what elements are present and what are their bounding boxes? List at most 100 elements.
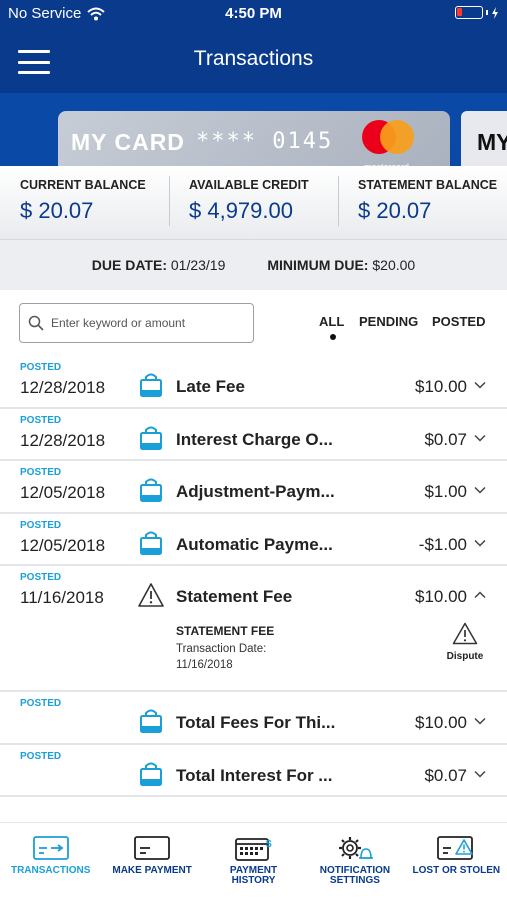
chevron-up-icon[interactable] [473,588,487,602]
transaction-date: 11/16/2018 [20,588,104,607]
transaction-date: 12/28/2018 [20,430,106,450]
transaction-amount: -$1.00 [418,534,467,554]
page-title: Transactions [193,47,314,70]
transaction-date: 12/28/2018 [20,378,106,397]
transaction-description: Interest Charge O... [176,429,333,449]
due-date: DUE DATE: 01/23/19 [91,257,226,273]
nav-label: PAYMENT HISTORY [229,865,278,886]
transaction-description: Total Fees For Thi... [176,713,336,732]
transaction-status: POSTED [20,414,62,426]
transaction-row[interactable]: POSTED 12/05/2018 Automatic Payme... -$1… [0,514,507,566]
card-number: **** 0145 [196,129,334,154]
current-balance: CURRENT BALANCE $ 20.07 [0,166,169,239]
balance-label: AVAILABLE CREDIT [189,178,309,192]
nav-lost-or-stolen[interactable]: LOST OR STOLEN [406,823,507,900]
transaction-description: Late Fee [176,377,245,396]
mastercard-logo-icon [360,118,416,158]
chevron-down-icon[interactable] [473,431,487,445]
transaction-status: POSTED [20,750,62,762]
shopping-bag-icon [140,373,162,397]
transaction-description: Statement Fee [176,587,293,606]
minimum-due: MINIMUM DUE: $20.00 [267,257,416,273]
transaction-date: 12/05/2018 [20,535,106,555]
nav-label: TRANSACTIONS [10,865,91,876]
transaction-row[interactable]: POSTED Total Fees For Thi... $10.00 [0,692,507,745]
warning-icon [138,583,164,607]
selected-filter-indicator [330,334,336,340]
bottom-nav: TRANSACTIONS MAKE PAYMENT $ PAYMENT HISTO… [0,822,507,900]
filter-posted[interactable]: POSTED [432,314,485,329]
transaction-status: POSTED [20,698,62,709]
balance-value: $ 20.07 [20,198,94,223]
nav-label: NOTIFICATION SETTINGS [319,865,391,886]
warning-icon [452,622,478,645]
svg-text:$: $ [266,839,272,850]
transaction-row-expanded[interactable]: POSTED 11/16/2018 Statement Fee $10.00 S… [0,566,507,692]
shopping-bag-icon [140,426,162,450]
transaction-amount: $10.00 [415,587,467,606]
transaction-row[interactable]: POSTED 12/05/2018 Adjustment-Paym... $1.… [0,461,507,514]
card-my-card[interactable]: MY CARD **** 0145 mastercard [58,111,450,166]
chevron-down-icon[interactable] [473,483,487,497]
nav-payment-history[interactable]: $ PAYMENT HISTORY [203,823,304,900]
balance-summary: CURRENT BALANCE $ 20.07 AVAILABLE CREDIT… [0,166,507,240]
dispute-button[interactable]: Dispute [440,622,490,662]
card-name: MY CARD [71,129,185,155]
chevron-down-icon[interactable] [473,378,487,392]
chevron-down-icon[interactable] [473,536,487,550]
chevron-down-icon[interactable] [473,767,487,781]
transaction-status: POSTED [20,467,62,478]
shopping-bag-icon [140,531,162,555]
transaction-amount: $0.07 [424,765,467,785]
due-info: DUE DATE: 01/23/19 MINIMUM DUE: $20.00 [0,240,507,290]
shopping-bag-icon [140,478,162,502]
nav-notification-settings[interactable]: NOTIFICATION SETTINGS [304,823,405,900]
gear-bell-icon [338,837,373,859]
card-warning-icon [437,836,474,860]
card-next[interactable]: MY [461,111,507,166]
balance-label: CURRENT BALANCE [20,178,146,192]
balance-label: STATEMENT BALANCE [358,178,498,192]
status-bar: No Service 4:50 PM [0,0,507,28]
available-credit: AVAILABLE CREDIT $ 4,979.00 [169,166,338,239]
transaction-amount: $10.00 [415,713,467,732]
transaction-status: POSTED [20,519,62,531]
card-carousel[interactable]: MY CARD **** 0145 mastercard MY [0,93,507,166]
transaction-description: Total Interest For ... [176,765,333,785]
transaction-status: POSTED [20,572,62,583]
transaction-amount: $0.07 [424,429,467,449]
nav-label: LOST OR STOLEN [412,865,501,876]
transaction-row[interactable]: POSTED 12/28/2018 Late Fee $10.00 [0,356,507,409]
transaction-date-label: Transaction Date: [176,643,267,655]
transaction-description: Automatic Payme... [176,534,333,554]
shopping-bag-icon [140,762,162,786]
balance-value: $ 4,979.00 [189,198,293,223]
payment-history-icon: $ [234,838,272,861]
transaction-status: POSTED [20,362,62,373]
filter-pending[interactable]: PENDING [359,314,418,329]
nav-make-payment[interactable]: MAKE PAYMENT [101,823,202,900]
chevron-down-icon[interactable] [473,714,487,728]
card-transfer-icon [32,836,69,860]
transaction-row[interactable]: POSTED 12/28/2018 Interest Charge O... $… [0,409,507,461]
filter-tabs: ALL PENDING POSTED [0,314,507,344]
nav-label: MAKE PAYMENT [112,865,192,876]
credit-card-icon [134,836,171,860]
transaction-date: 12/05/2018 [20,483,106,502]
status-time: 4:50 PM [225,5,282,22]
statement-balance: STATEMENT BALANCE $ 20.07 [338,166,507,239]
nav-transactions[interactable]: TRANSACTIONS [0,823,101,900]
transaction-date-value: 11/16/2018 [176,659,233,671]
transaction-row[interactable]: POSTED Total Interest For ... $0.07 [0,745,507,797]
shopping-bag-icon [140,709,162,733]
transaction-description: Adjustment-Paym... [176,482,335,501]
transaction-list: POSTED 12/28/2018 Late Fee $10.00 POSTED… [0,356,507,797]
filter-all[interactable]: ALL [319,314,344,329]
transaction-amount: $10.00 [415,377,467,396]
battery-icon [455,6,499,19]
transaction-amount: $1.00 [424,482,467,501]
card-name: MY [477,129,507,155]
transaction-detail-title: STATEMENT FEE [176,624,275,638]
app-header: No Service 4:50 PM Transactions [0,0,507,93]
balance-value: $ 20.07 [358,198,432,223]
